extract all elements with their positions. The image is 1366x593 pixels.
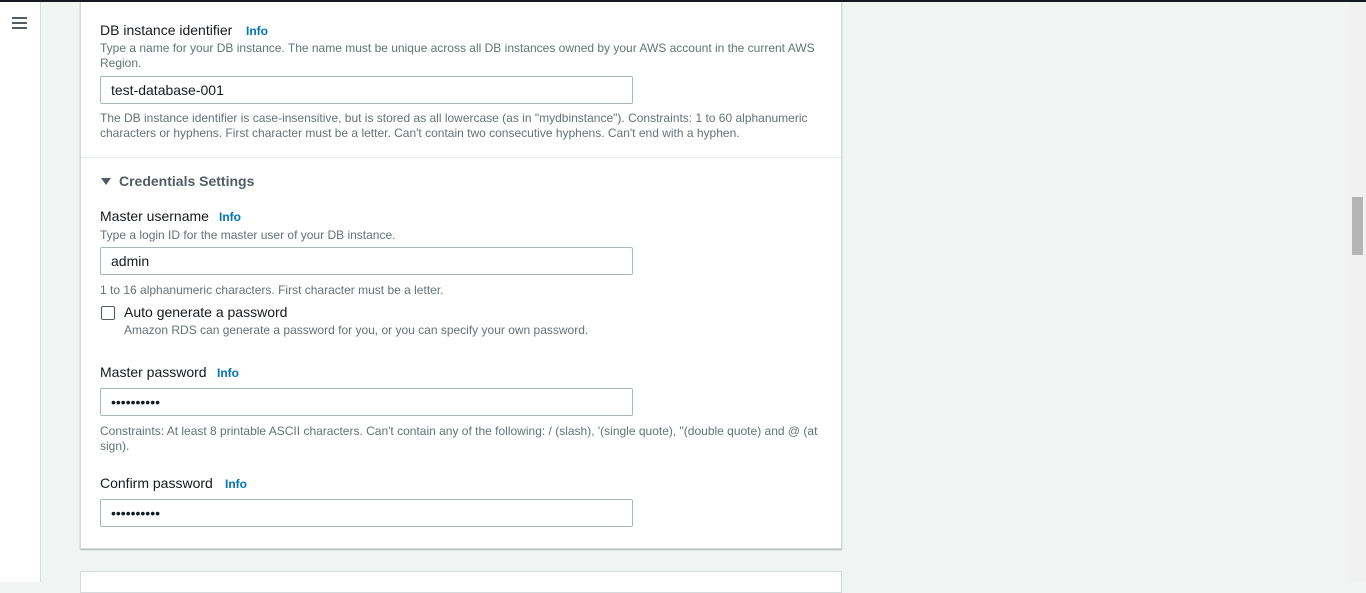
left-navigation-rail [0,2,41,582]
db-instance-identifier-input[interactable] [100,76,633,104]
auto-generate-password-checkbox[interactable] [101,306,115,320]
confirm-password-info-link[interactable]: Info [225,477,247,491]
master-username-info-link[interactable]: Info [219,210,241,224]
auto-generate-password-label[interactable]: Auto generate a password [124,304,287,320]
auto-generate-password-description: Amazon RDS can generate a password for y… [124,323,589,337]
master-password-label: Master password [100,364,207,380]
page-scrollbar-thumb[interactable] [1352,197,1363,255]
db-instance-identifier-description: Type a name for your DB instance. The na… [100,41,815,70]
db-instance-identifier-info-link[interactable]: Info [246,24,268,38]
page-scrollbar-track[interactable] [1350,2,1366,582]
section-divider [81,157,841,158]
confirm-password-input[interactable] [100,499,633,527]
hamburger-menu-icon[interactable] [12,17,27,30]
master-username-input[interactable] [100,247,633,275]
master-password-info-link[interactable]: Info [217,366,239,380]
credentials-settings-title[interactable]: Credentials Settings [119,173,254,189]
caret-down-icon[interactable] [101,178,111,185]
next-panel-edge [80,571,842,593]
db-instance-identifier-label: DB instance identifier [100,22,233,38]
confirm-password-label: Confirm password [100,475,213,491]
master-username-constraints: 1 to 16 alphanumeric characters. First c… [100,283,444,297]
master-username-description: Type a login ID for the master user of y… [100,228,396,242]
master-password-input[interactable] [100,388,633,416]
master-password-constraints: Constraints: At least 8 printable ASCII … [100,424,818,453]
master-username-label: Master username [100,208,209,224]
db-instance-identifier-constraints: The DB instance identifier is case-insen… [100,111,808,140]
settings-panel: DB instance identifier Info Type a name … [80,2,842,549]
